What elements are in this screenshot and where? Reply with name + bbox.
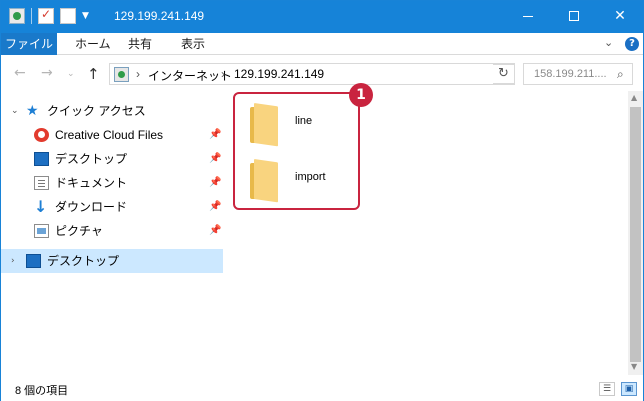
- sidebar-item-label: Creative Cloud Files: [55, 128, 164, 142]
- tab-share[interactable]: 共有: [118, 33, 162, 55]
- sidebar-item-label: デスクトップ: [55, 152, 128, 166]
- refresh-button[interactable]: ↻: [493, 64, 515, 84]
- network-location-icon[interactable]: [9, 8, 25, 24]
- scrollbar-thumb[interactable]: [630, 107, 641, 362]
- search-icon[interactable]: ⌕: [617, 67, 624, 82]
- sidebar-item-label: デスクトップ: [47, 254, 120, 268]
- customize-toolbar-chevron-icon[interactable]: ▼: [82, 8, 92, 24]
- breadcrumb-separator-icon[interactable]: ›: [221, 67, 225, 81]
- tab-home[interactable]: ホーム: [65, 33, 121, 55]
- breadcrumb-separator-icon[interactable]: ›: [136, 67, 140, 81]
- new-folder-icon[interactable]: [60, 8, 76, 24]
- pin-icon[interactable]: 📌: [209, 123, 221, 147]
- documents-icon: [34, 176, 49, 190]
- desktop-icon: [34, 152, 49, 166]
- sidebar-item-label: ダウンロード: [55, 200, 128, 214]
- help-icon[interactable]: ?: [625, 37, 639, 51]
- sidebar-item-label: クイック アクセス: [47, 104, 146, 118]
- vertical-scrollbar[interactable]: ▲ ▼: [628, 91, 643, 375]
- sidebar-item-quick-access[interactable]: ⌄ ★ クイック アクセス: [1, 99, 223, 123]
- tab-file[interactable]: ファイル: [1, 33, 57, 55]
- tab-view[interactable]: 表示: [171, 33, 215, 55]
- creative-cloud-icon: [34, 128, 49, 142]
- sidebar-item-downloads[interactable]: ↓ ダウンロード 📌: [1, 195, 223, 219]
- network-location-icon: [114, 67, 129, 82]
- scroll-up-icon[interactable]: ▲: [631, 93, 637, 102]
- scroll-down-icon[interactable]: ▼: [631, 362, 637, 371]
- search-box[interactable]: 158.199.211.... ⌕: [523, 63, 633, 85]
- chevron-right-icon[interactable]: ›: [11, 249, 15, 273]
- recent-locations-chevron-icon[interactable]: ⌄: [67, 69, 75, 79]
- properties-icon[interactable]: [38, 7, 54, 24]
- breadcrumb-internet[interactable]: インターネット: [148, 67, 232, 84]
- forward-button[interactable]: →: [41, 65, 53, 81]
- item-count: 8 個の項目: [15, 385, 69, 397]
- pictures-icon: [34, 224, 49, 238]
- back-button[interactable]: ←: [14, 65, 26, 81]
- explorer-window: ▼ 129.199.241.149 ✕ ファイル ホーム 共有 表示 ⌄ ? ←…: [0, 0, 644, 401]
- ribbon-tabs: ファイル ホーム 共有 表示 ⌄ ?: [1, 33, 643, 55]
- minimize-button[interactable]: [505, 1, 551, 33]
- window-title: 129.199.241.149: [114, 9, 205, 23]
- download-icon: ↓: [34, 197, 48, 216]
- desktop-icon: [26, 254, 41, 268]
- address-bar[interactable]: › インターネット › 129.199.241.149 ⌄: [109, 63, 515, 85]
- close-button[interactable]: ✕: [597, 1, 643, 33]
- sidebar-item-creative-cloud[interactable]: Creative Cloud Files 📌: [1, 123, 223, 147]
- navigation-pane: ⌄ ★ クイック アクセス Creative Cloud Files 📌 デスク…: [1, 91, 223, 375]
- status-bar: 8 個の項目 ☰ ▣: [1, 377, 643, 401]
- sidebar-item-pictures[interactable]: ピクチャ 📌: [1, 219, 223, 243]
- toolbar-divider: [31, 8, 32, 24]
- close-icon: ✕: [614, 8, 626, 24]
- maximize-icon: [569, 11, 579, 21]
- large-icons-view-icon[interactable]: ▣: [621, 382, 637, 396]
- pin-icon[interactable]: 📌: [209, 147, 221, 171]
- title-bar: ▼ 129.199.241.149 ✕: [1, 1, 643, 33]
- minimize-icon: [523, 15, 533, 17]
- sidebar-item-label: ピクチャ: [55, 224, 103, 238]
- annotation-highlight-box: [233, 92, 360, 210]
- pin-icon[interactable]: 📌: [209, 171, 221, 195]
- sidebar-item-desktop[interactable]: デスクトップ 📌: [1, 147, 223, 171]
- chevron-down-icon[interactable]: ⌄: [11, 99, 19, 123]
- annotation-badge: 1: [349, 83, 373, 107]
- details-view-icon[interactable]: ☰: [599, 382, 615, 396]
- quick-access-toolbar: ▼: [9, 7, 92, 24]
- pin-icon[interactable]: 📌: [209, 195, 221, 219]
- sidebar-item-documents[interactable]: ドキュメント 📌: [1, 171, 223, 195]
- up-button[interactable]: ↑: [87, 65, 100, 83]
- address-row: ← → ⌄ ↑ › インターネット › 129.199.241.149 ⌄ ↻ …: [1, 57, 643, 91]
- search-input[interactable]: 158.199.211....: [534, 68, 607, 80]
- breadcrumb-host[interactable]: 129.199.241.149: [234, 67, 324, 81]
- expand-ribbon-icon[interactable]: ⌄: [604, 36, 613, 49]
- maximize-button[interactable]: [551, 1, 597, 33]
- pin-icon[interactable]: 📌: [209, 219, 221, 243]
- star-icon: ★: [26, 103, 39, 119]
- sidebar-item-label: ドキュメント: [55, 176, 128, 190]
- sidebar-item-desktop-root[interactable]: › デスクトップ: [1, 249, 223, 273]
